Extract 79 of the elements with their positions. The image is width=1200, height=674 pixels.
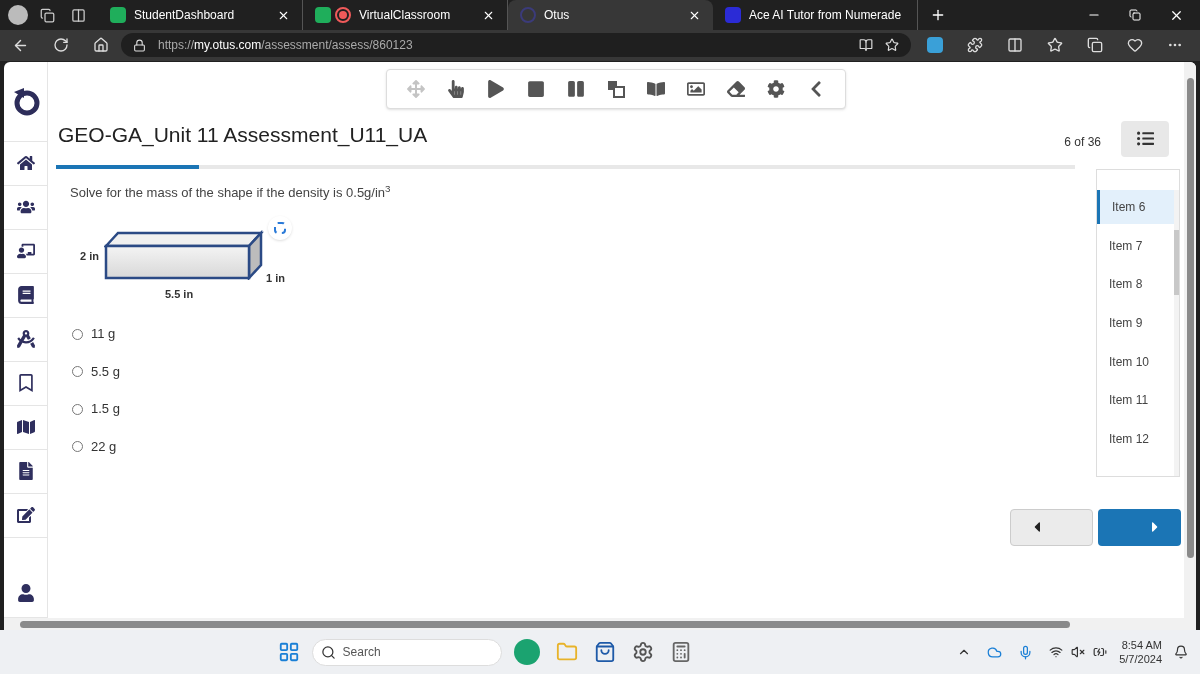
browser-tab[interactable]: Otus xyxy=(508,0,713,30)
collections-icon[interactable] xyxy=(1087,37,1103,54)
health-icon[interactable] xyxy=(1127,37,1143,54)
app-icon xyxy=(110,7,126,23)
option-label[interactable]: 1.5 g xyxy=(91,399,120,419)
user-icon[interactable] xyxy=(16,583,35,602)
wifi-icon[interactable] xyxy=(1049,645,1064,660)
map-icon[interactable] xyxy=(16,418,35,437)
pause-icon[interactable] xyxy=(567,79,585,98)
home-icon[interactable] xyxy=(16,154,35,173)
play-icon[interactable] xyxy=(487,79,505,98)
lock-icon xyxy=(133,38,146,52)
restore-icon[interactable] xyxy=(1129,9,1141,21)
store-icon[interactable] xyxy=(593,641,616,664)
extensions-icon[interactable] xyxy=(967,37,983,54)
dimension-label: 2 in xyxy=(80,249,99,265)
question-text: Solve for the mass of the shape if the density is 0.5g/in$^{3}$ xyxy=(70,182,392,202)
translate-icon[interactable] xyxy=(607,79,625,98)
assessment-title: GEO-GA_Unit 11 Assessment_U11_UA xyxy=(58,121,429,149)
scrollbar[interactable] xyxy=(1174,189,1179,476)
open-book-icon[interactable] xyxy=(647,79,665,98)
url-text: https://my.otus.com/assessment/assess/860123 xyxy=(158,37,414,55)
item-list-entry[interactable]: Item 10 xyxy=(1097,344,1174,379)
logo-icon xyxy=(520,7,536,23)
book-icon[interactable] xyxy=(16,286,35,305)
teacher-icon[interactable] xyxy=(16,242,35,261)
item-list-entry[interactable]: Item 6 xyxy=(1097,189,1174,224)
notification-icon[interactable] xyxy=(1174,645,1188,660)
logo-icon xyxy=(725,7,741,23)
read-aloud-icon[interactable] xyxy=(859,38,873,53)
favorite-icon[interactable] xyxy=(885,38,899,53)
microphone-icon[interactable] xyxy=(1018,644,1034,660)
taskbar-search-field[interactable]: Search xyxy=(311,638,502,666)
record-icon xyxy=(335,7,351,23)
item-list-entry[interactable]: Item 12 xyxy=(1097,422,1174,457)
profile-avatar[interactable] xyxy=(8,5,28,25)
next-button[interactable] xyxy=(1098,508,1181,546)
item-list-entry[interactable]: Item 9 xyxy=(1097,306,1174,340)
tab-actions-icon[interactable] xyxy=(40,7,55,23)
vertical-scrollbar[interactable] xyxy=(1184,61,1196,619)
settings-icon[interactable] xyxy=(631,641,654,664)
clock-time[interactable]: 8:54 AM xyxy=(1121,638,1162,653)
eraser-icon[interactable] xyxy=(727,79,745,98)
option-label[interactable]: 11 g xyxy=(91,324,116,344)
file-icon[interactable] xyxy=(16,462,35,481)
extension-icon[interactable] xyxy=(927,37,943,54)
option-label[interactable]: 5.5 g xyxy=(91,361,120,382)
start-icon[interactable] xyxy=(277,641,300,664)
pointer-hand-icon[interactable] xyxy=(447,79,465,98)
item-list-entry[interactable]: Item 8 xyxy=(1097,267,1174,302)
app-icon xyxy=(315,7,331,23)
vertical-tabs-icon[interactable] xyxy=(71,7,86,23)
list-icon xyxy=(1136,130,1154,148)
zoom-image-button[interactable] xyxy=(268,216,292,241)
cloud-icon[interactable] xyxy=(987,644,1003,660)
clock-date[interactable]: 5/7/2024 xyxy=(1119,652,1162,667)
favorites-icon[interactable] xyxy=(1047,37,1063,54)
search-icon xyxy=(320,644,336,660)
item-counter: 6 of 36 xyxy=(1064,133,1101,151)
edit-icon[interactable] xyxy=(16,506,35,525)
image-icon[interactable] xyxy=(687,79,705,98)
bookmark-icon[interactable] xyxy=(16,374,35,393)
settings-icon[interactable] xyxy=(767,79,785,98)
stop-icon[interactable] xyxy=(527,79,545,98)
compass-icon[interactable] xyxy=(16,330,35,349)
refresh-icon[interactable] xyxy=(53,37,69,54)
muted-speaker-icon[interactable] xyxy=(1071,645,1086,660)
split-screen-icon[interactable] xyxy=(1007,37,1023,54)
horizontal-scrollbar[interactable] xyxy=(4,618,1196,631)
new-tab-icon[interactable] xyxy=(930,7,946,23)
address-bar[interactable]: https://my.otus.com/assessment/assess/860123 xyxy=(121,33,911,58)
home-icon[interactable] xyxy=(93,37,109,54)
item-list-entry[interactable]: Item 11 xyxy=(1097,383,1174,418)
browser-icon[interactable] xyxy=(513,639,540,666)
dimension-label: 5.5 in xyxy=(165,287,194,303)
dimension-label: 1 in xyxy=(266,271,285,287)
item-list-button[interactable] xyxy=(1121,120,1169,157)
option-label[interactable]: 22 g xyxy=(91,436,117,457)
item-list-entry[interactable]: Item 7 xyxy=(1097,228,1174,263)
